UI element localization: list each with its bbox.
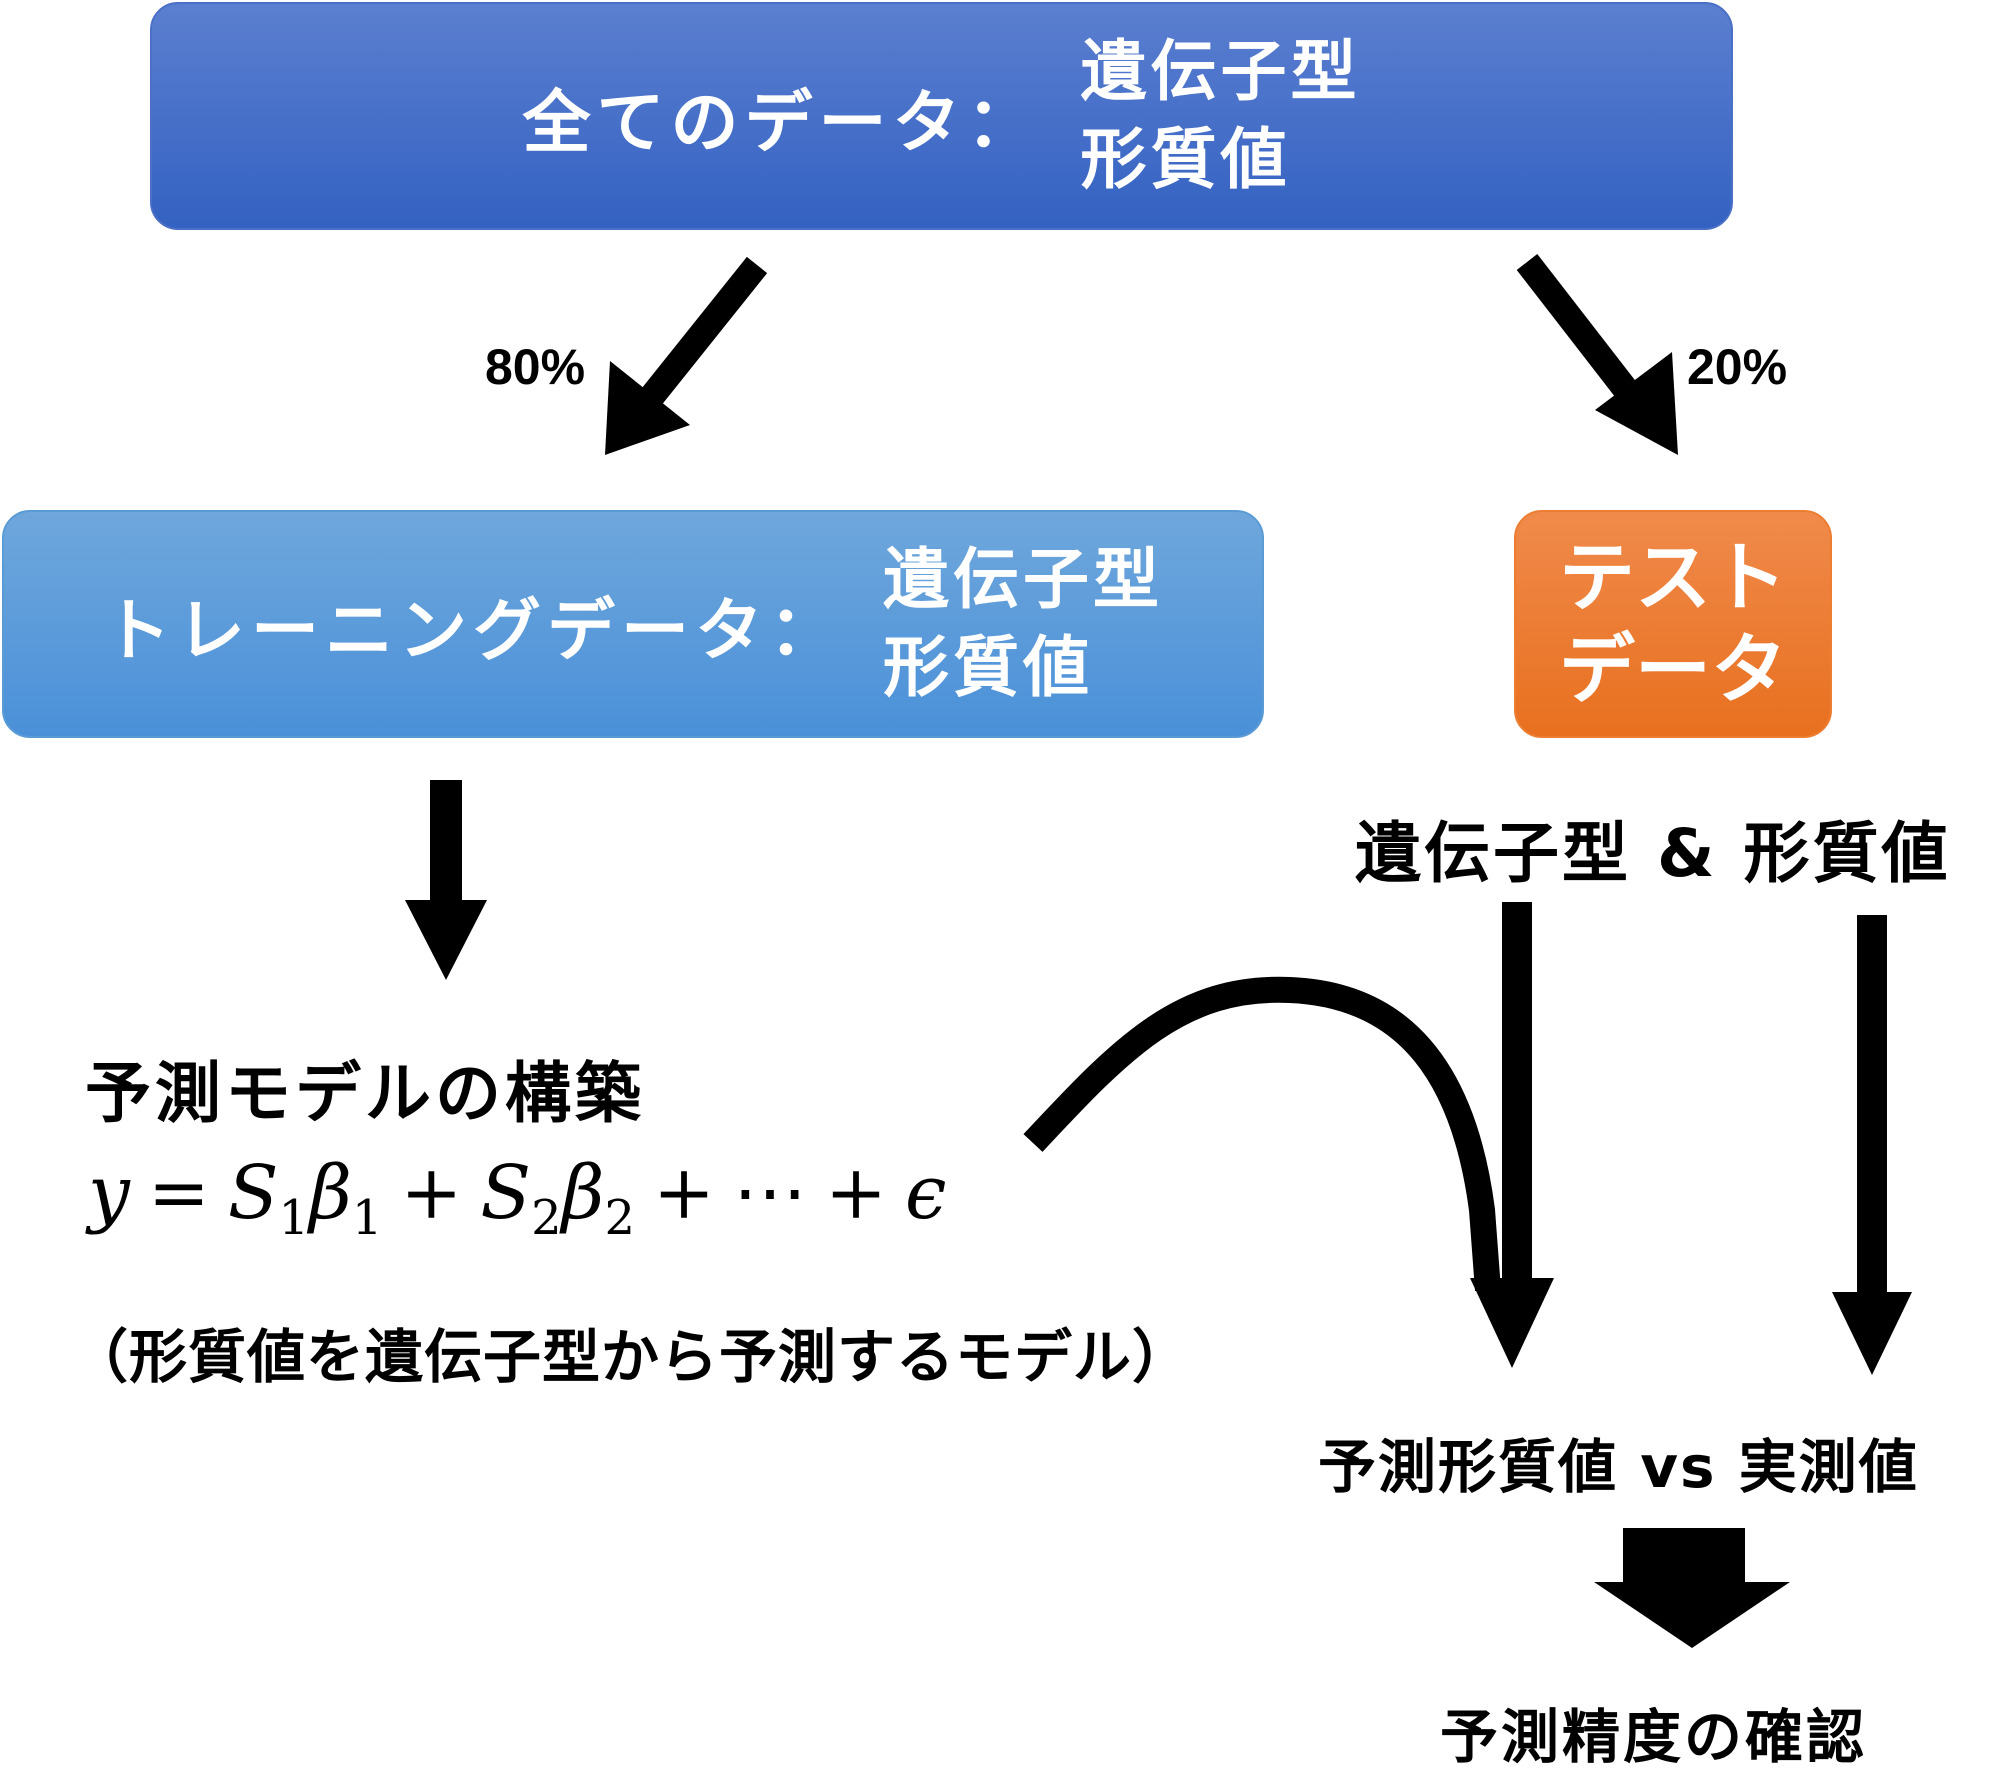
test-contents: 遺伝子型 & 形質値 <box>1355 815 1951 892</box>
test-data-box: テスト データ <box>1514 510 1832 738</box>
comparison-label: 予測形質値 vs 実測値 <box>1318 1433 1919 1501</box>
formula-y: y <box>88 1150 130 1236</box>
model-title: 予測モデルの構築 <box>85 1055 645 1132</box>
all-data-label: 全てのデータ： <box>522 83 1041 163</box>
arrow-phenotype-down <box>1832 915 1912 1375</box>
formula-plus-2: + <box>653 1150 716 1236</box>
arrow-genotype-down <box>1470 902 1554 1368</box>
arrows-layer <box>405 254 1912 1648</box>
formula-beta1-sub: 1 <box>351 1190 383 1246</box>
formula-beta2-sub: 2 <box>604 1190 635 1246</box>
arrow-to-test <box>1516 254 1678 455</box>
training-data-box: トレーニングデータ： 遺伝子型 形質値 <box>2 510 1264 738</box>
arrow-model-curve <box>1023 976 1501 1291</box>
all-data-box: 全てのデータ： 遺伝子型 形質値 <box>150 2 1733 230</box>
result-label: 予測精度の確認 <box>1440 1703 1868 1771</box>
arrow-to-model <box>405 780 487 980</box>
formula-beta1: β <box>309 1150 352 1236</box>
training-data-genotype: 遺伝子型 <box>883 541 1163 618</box>
formula-beta2: β <box>561 1150 605 1236</box>
test-data-line-2: データ <box>1559 625 1787 714</box>
training-data-label: トレーニングデータ： <box>102 591 843 671</box>
training-data-items: 遺伝子型 形質値 <box>883 536 1163 712</box>
formula-equals: = <box>147 1150 210 1236</box>
training-data-phenotype: 形質値 <box>883 629 1093 706</box>
model-note: （形質値を遺伝子型から予測するモデル） <box>70 1323 1192 1391</box>
formula-s1: S <box>227 1150 279 1236</box>
all-data-genotype: 遺伝子型 <box>1080 33 1361 110</box>
test-split-percent: 20% <box>1687 339 1788 395</box>
train-split-percent: 80% <box>485 339 586 395</box>
formula-s2-sub: 2 <box>531 1190 562 1246</box>
formula-epsilon: ϵ <box>905 1150 947 1236</box>
all-data-phenotype: 形質値 <box>1080 121 1291 198</box>
formula-plus-3: + <box>825 1150 888 1236</box>
formula-plus-1: + <box>400 1150 463 1236</box>
formula-dots: ⋯ <box>733 1150 808 1236</box>
arrow-to-training <box>605 256 768 455</box>
test-data-line-1: テスト <box>1559 533 1787 622</box>
formula-s1-sub: 1 <box>278 1190 310 1246</box>
all-data-items: 遺伝子型 形質値 <box>1081 28 1361 204</box>
model-formula: y = S1β1 + S2β2 + ⋯ + ϵ <box>88 1150 946 1246</box>
formula-s2: S <box>480 1150 532 1236</box>
arrow-to-result <box>1594 1528 1790 1648</box>
